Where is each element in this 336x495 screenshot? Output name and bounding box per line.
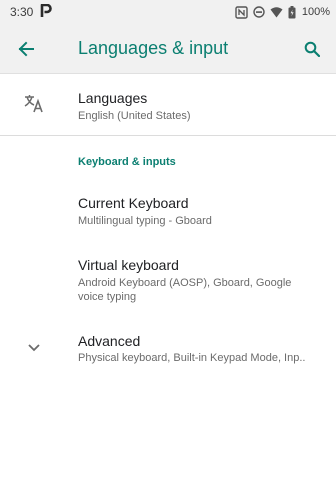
translate-icon — [24, 95, 43, 113]
section-header-keyboard: Keyboard & inputs — [78, 156, 176, 168]
search-button[interactable] — [292, 29, 332, 69]
nfc-icon — [235, 5, 248, 19]
wifi-icon — [270, 6, 283, 17]
virtual-keyboard-item[interactable]: Virtual keyboard Android Keyboard (AOSP)… — [0, 243, 336, 315]
languages-item[interactable]: Languages English (United States) — [0, 75, 336, 135]
app-toolbar: Languages & input — [0, 24, 336, 74]
search-icon — [304, 41, 320, 57]
page-title: Languages & input — [78, 38, 229, 58]
current-keyboard-item[interactable]: Current Keyboard Multilingual typing - G… — [0, 182, 336, 242]
do-not-disturb-icon — [253, 6, 265, 18]
back-button[interactable] — [6, 29, 46, 69]
languages-title: Languages — [78, 90, 148, 106]
battery-icon — [288, 5, 296, 18]
divider — [0, 135, 336, 136]
status-icons: 100% — [235, 4, 330, 20]
virtual-keyboard-summary: Android Keyboard (AOSP), Gboard, Google … — [78, 277, 292, 303]
languages-summary: English (United States) — [78, 110, 191, 122]
status-time: 3:30 — [10, 5, 34, 19]
virtual-keyboard-title: Virtual keyboard — [78, 257, 179, 273]
current-keyboard-title: Current Keyboard — [78, 195, 189, 211]
current-keyboard-summary: Multilingual typing - Gboard — [78, 215, 212, 227]
status-bar: 3:30 100% — [0, 0, 336, 24]
advanced-title: Advanced — [78, 333, 141, 349]
arrow-back-icon — [18, 41, 34, 57]
battery-percent: 100% — [301, 6, 330, 18]
chevron-down-icon — [28, 344, 40, 352]
p-notification-icon — [40, 4, 52, 17]
advanced-item[interactable]: Advanced Physical keyboard, Built-in Key… — [0, 318, 336, 378]
advanced-summary: Physical keyboard, Built-in Keypad Mode,… — [78, 352, 306, 364]
